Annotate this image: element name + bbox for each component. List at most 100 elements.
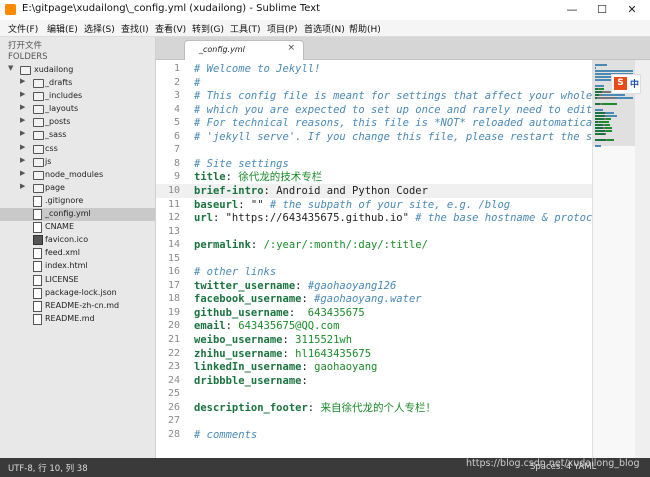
code-line[interactable]: 17 twitter_username: #gaohaoyang126 [156, 279, 592, 293]
menu-file[interactable]: 文件(F) [8, 22, 38, 35]
tree-file[interactable]: README.md [0, 313, 155, 326]
chevron-right-icon[interactable]: ▶ [20, 129, 25, 137]
code-line[interactable]: 27 [156, 414, 592, 428]
token-key: email [194, 320, 226, 333]
code-line[interactable]: 16 # other links [156, 265, 592, 279]
token-comment: # This config file is meant for settings… [194, 90, 592, 103]
menu-view[interactable]: 查看(V) [155, 22, 186, 35]
tree-item-label: .gitignore [45, 195, 84, 205]
code-line[interactable]: 12 url: "https://643435675.github.io" # t… [156, 211, 592, 225]
tab-config-yml[interactable]: _config.yml × [184, 40, 304, 60]
chevron-down-icon[interactable]: ▼ [8, 64, 13, 72]
chevron-right-icon[interactable]: ▶ [20, 156, 25, 164]
code-line[interactable]: 4 # which you are expected to set up once… [156, 103, 592, 117]
tree-file[interactable]: favicon.ico [0, 234, 155, 247]
code-line[interactable]: 20 email: 643435675@QQ.com [156, 319, 592, 333]
code-line[interactable]: 22 zhihu_username: hl1643435675 [156, 347, 592, 361]
code-line[interactable]: 26 description_footer: 来自徐代龙的个人专栏！ [156, 401, 592, 415]
vertical-scrollbar[interactable] [635, 60, 650, 458]
chevron-right-icon[interactable]: ▶ [20, 182, 25, 190]
chevron-right-icon[interactable]: ▶ [20, 143, 25, 151]
menu-selection[interactable]: 选择(S) [84, 22, 115, 35]
tree-folder[interactable]: ▶ css [0, 143, 155, 156]
ime-indicator[interactable]: S 中 [611, 74, 641, 94]
menu-tools[interactable]: 工具(T) [230, 22, 261, 35]
tree-file[interactable]: LICENSE [0, 274, 155, 287]
tree-file[interactable]: .gitignore [0, 195, 155, 208]
code-line[interactable]: 14 permalink: /:year/:month/:day/:title/ [156, 238, 592, 252]
chevron-right-icon[interactable]: ▶ [20, 116, 25, 124]
menu-edit[interactable]: 编辑(E) [47, 22, 78, 35]
minimap[interactable] [592, 60, 636, 458]
token-str: /:year/:month/:day/:title/ [263, 239, 428, 252]
code-line[interactable]: 11 baseurl: "" # the subpath of your site… [156, 198, 592, 212]
tree-folder[interactable]: ▶ js [0, 156, 155, 169]
code-text: email: 643435675@QQ.com [194, 319, 339, 333]
menu-preferences[interactable]: 首选项(N) [304, 22, 345, 35]
code-line[interactable]: 5 # For technical reasons, this file is *… [156, 116, 592, 130]
tree-folder[interactable]: ▶ _posts [0, 116, 155, 129]
chevron-right-icon[interactable]: ▶ [20, 77, 25, 85]
minimap-line [604, 127, 612, 129]
code-text: url: "https://643435675.github.io" # the… [194, 211, 592, 225]
code-line[interactable]: 10 brief-intro: Android and Python Coder [156, 183, 592, 198]
tree-file[interactable]: package-lock.json [0, 287, 155, 300]
tree-item-label: feed.xml [45, 248, 81, 258]
chevron-right-icon[interactable]: ▶ [20, 90, 25, 98]
token-comment: # Site settings [194, 157, 289, 170]
tree-folder[interactable]: ▶ _layouts [0, 103, 155, 116]
code-line[interactable]: 24 dribbble_username: [156, 374, 592, 388]
maximize-button[interactable]: ☐ [587, 0, 617, 20]
code-line[interactable]: 23 linkedIn_username: gaohaoyang [156, 360, 592, 374]
token-key: facebook_username [194, 293, 302, 306]
tab-close-icon[interactable]: × [287, 43, 295, 53]
tree-file[interactable]: README-zh-cn.md [0, 300, 155, 313]
file-icon [33, 209, 42, 220]
close-button[interactable]: ✕ [617, 0, 647, 20]
code-line[interactable]: 19 github_username: 643435675 [156, 306, 592, 320]
code-line[interactable]: 15 [156, 252, 592, 266]
code-line[interactable]: 21 weibo_username: 3115521wh [156, 333, 592, 347]
file-icon [33, 222, 42, 234]
tree-folder[interactable]: ▶ page [0, 182, 155, 195]
code-line[interactable]: 2 # [156, 76, 592, 90]
minimap-line [595, 124, 604, 126]
tree-folder[interactable]: ▶ node_modules [0, 169, 155, 182]
tree-folder[interactable]: ▶ _drafts [0, 77, 155, 90]
tree-folder[interactable]: ▶ _sass [0, 129, 155, 142]
minimap-line [595, 133, 606, 135]
code-line[interactable]: 28 # comments [156, 428, 592, 442]
menu-goto[interactable]: 转到(G) [192, 22, 224, 35]
minimap-line [595, 109, 603, 111]
menu-project[interactable]: 项目(P) [267, 22, 297, 35]
minimap-line [595, 85, 604, 87]
code-line[interactable]: 8 # Site settings [156, 157, 592, 171]
code-line[interactable]: 9 title: 徐代龙的技术专栏 [156, 170, 592, 184]
tree-file[interactable]: index.html [0, 260, 155, 273]
tree-file[interactable]: CNAME [0, 221, 155, 234]
code-line[interactable]: 6 # 'jekyll serve'. If you change this fi… [156, 130, 592, 144]
tree-file[interactable]: feed.xml [0, 247, 155, 260]
tree-item-label: README.md [45, 313, 95, 323]
code-line[interactable]: 7 [156, 143, 592, 157]
menu-find[interactable]: 查找(I) [121, 22, 149, 35]
tree-item-label: _config.yml [45, 209, 91, 218]
tree-file[interactable]: _config.yml [0, 208, 155, 221]
code-line[interactable]: 18 facebook_username: #gaohaoyang.water [156, 292, 592, 306]
chevron-right-icon[interactable]: ▶ [20, 103, 25, 111]
line-number: 22 [167, 347, 180, 359]
minimap-line [595, 139, 606, 141]
menu-help[interactable]: 帮助(H) [349, 22, 381, 35]
tree-folder[interactable]: ▶ _includes [0, 90, 155, 103]
tree-item-label: _drafts [45, 78, 73, 87]
code-editor[interactable]: 1 # Welcome to Jekyll! 2 #3 # This config fi… [156, 60, 592, 458]
line-number: 16 [167, 266, 180, 278]
minimize-button[interactable]: — [557, 0, 587, 20]
code-line[interactable]: 13 [156, 225, 592, 239]
code-line[interactable]: 1 # Welcome to Jekyll! [156, 62, 592, 76]
tree-root-folder[interactable]: ▼ xudailong [0, 64, 155, 77]
code-line[interactable]: 3 # This config file is meant for setting… [156, 89, 592, 103]
chevron-right-icon[interactable]: ▶ [20, 169, 25, 177]
tree-item-label: README-zh-cn.md [45, 300, 120, 310]
code-line[interactable]: 25 [156, 387, 592, 401]
